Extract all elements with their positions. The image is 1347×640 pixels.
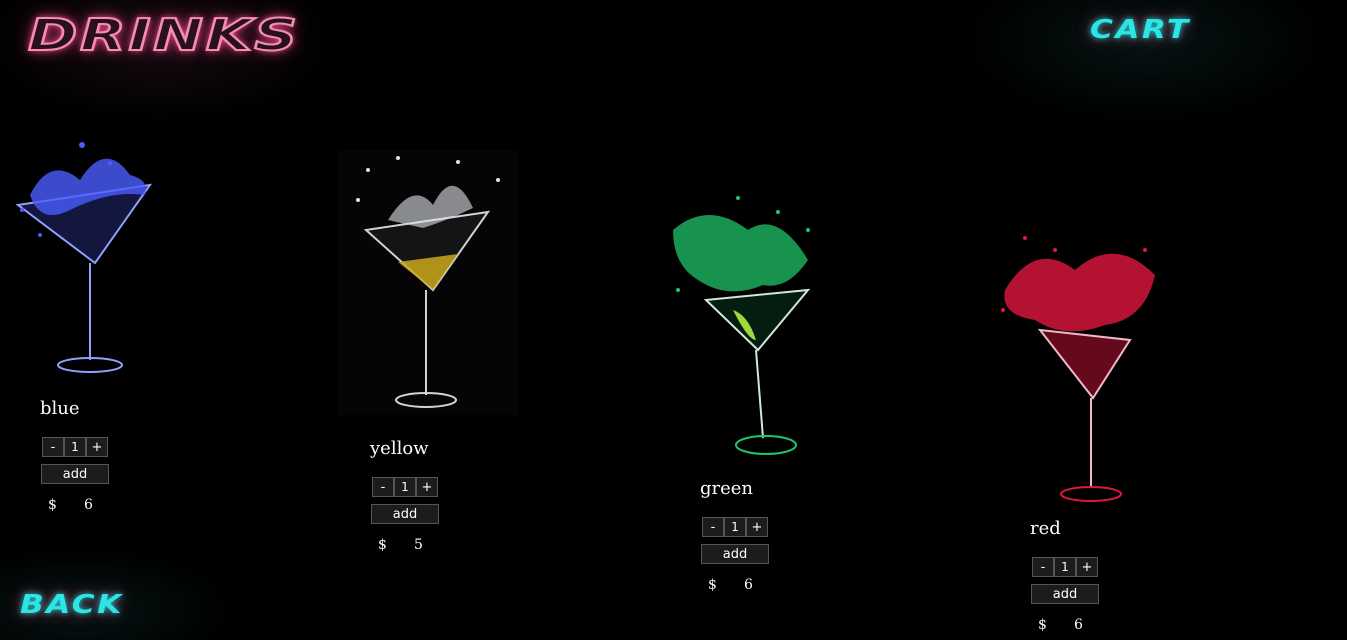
cocktail-image bbox=[1001, 236, 1155, 502]
decrement-button[interactable]: - bbox=[372, 477, 394, 497]
currency-symbol: $ bbox=[378, 537, 387, 553]
quantity-stepper: - 1 + bbox=[1032, 557, 1098, 577]
quantity-value: 1 bbox=[724, 517, 746, 537]
cocktail-image bbox=[338, 150, 518, 415]
product-price: $5 bbox=[378, 537, 423, 553]
quantity-stepper: - 1 + bbox=[42, 437, 108, 457]
product-card-yellow bbox=[338, 150, 518, 415]
product-price: $6 bbox=[708, 577, 753, 593]
currency-symbol: $ bbox=[48, 497, 57, 513]
product-name: green bbox=[700, 478, 754, 499]
currency-symbol: $ bbox=[1038, 617, 1047, 633]
add-to-cart-button[interactable]: add bbox=[41, 464, 109, 484]
increment-button[interactable]: + bbox=[86, 437, 108, 457]
product-card-blue bbox=[10, 135, 160, 380]
cart-link[interactable]: CART bbox=[1090, 15, 1191, 45]
price-value: 5 bbox=[414, 537, 423, 553]
product-price: $6 bbox=[48, 497, 93, 513]
quantity-stepper: - 1 + bbox=[702, 517, 768, 537]
decrement-button[interactable]: - bbox=[702, 517, 724, 537]
price-value: 6 bbox=[744, 577, 753, 593]
product-name: yellow bbox=[370, 438, 429, 459]
add-to-cart-button[interactable]: add bbox=[1031, 584, 1099, 604]
cocktail-image bbox=[15, 142, 153, 373]
price-value: 6 bbox=[1074, 617, 1083, 633]
product-card-red bbox=[995, 230, 1160, 505]
quantity-stepper: - 1 + bbox=[372, 477, 438, 497]
decrement-button[interactable]: - bbox=[1032, 557, 1054, 577]
increment-button[interactable]: + bbox=[1076, 557, 1098, 577]
quantity-value: 1 bbox=[64, 437, 86, 457]
quantity-value: 1 bbox=[1054, 557, 1076, 577]
product-price: $6 bbox=[1038, 617, 1083, 633]
back-link[interactable]: BACK bbox=[20, 590, 124, 620]
increment-button[interactable]: + bbox=[416, 477, 438, 497]
product-name: red bbox=[1030, 518, 1061, 539]
add-to-cart-button[interactable]: add bbox=[371, 504, 439, 524]
decrement-button[interactable]: - bbox=[42, 437, 64, 457]
price-value: 6 bbox=[84, 497, 93, 513]
currency-symbol: $ bbox=[708, 577, 717, 593]
product-card-green bbox=[668, 190, 818, 465]
page-title: DRINKS bbox=[27, 9, 300, 62]
quantity-value: 1 bbox=[394, 477, 416, 497]
add-to-cart-button[interactable]: add bbox=[701, 544, 769, 564]
cocktail-image bbox=[673, 196, 811, 455]
increment-button[interactable]: + bbox=[746, 517, 768, 537]
product-name: blue bbox=[40, 398, 80, 419]
